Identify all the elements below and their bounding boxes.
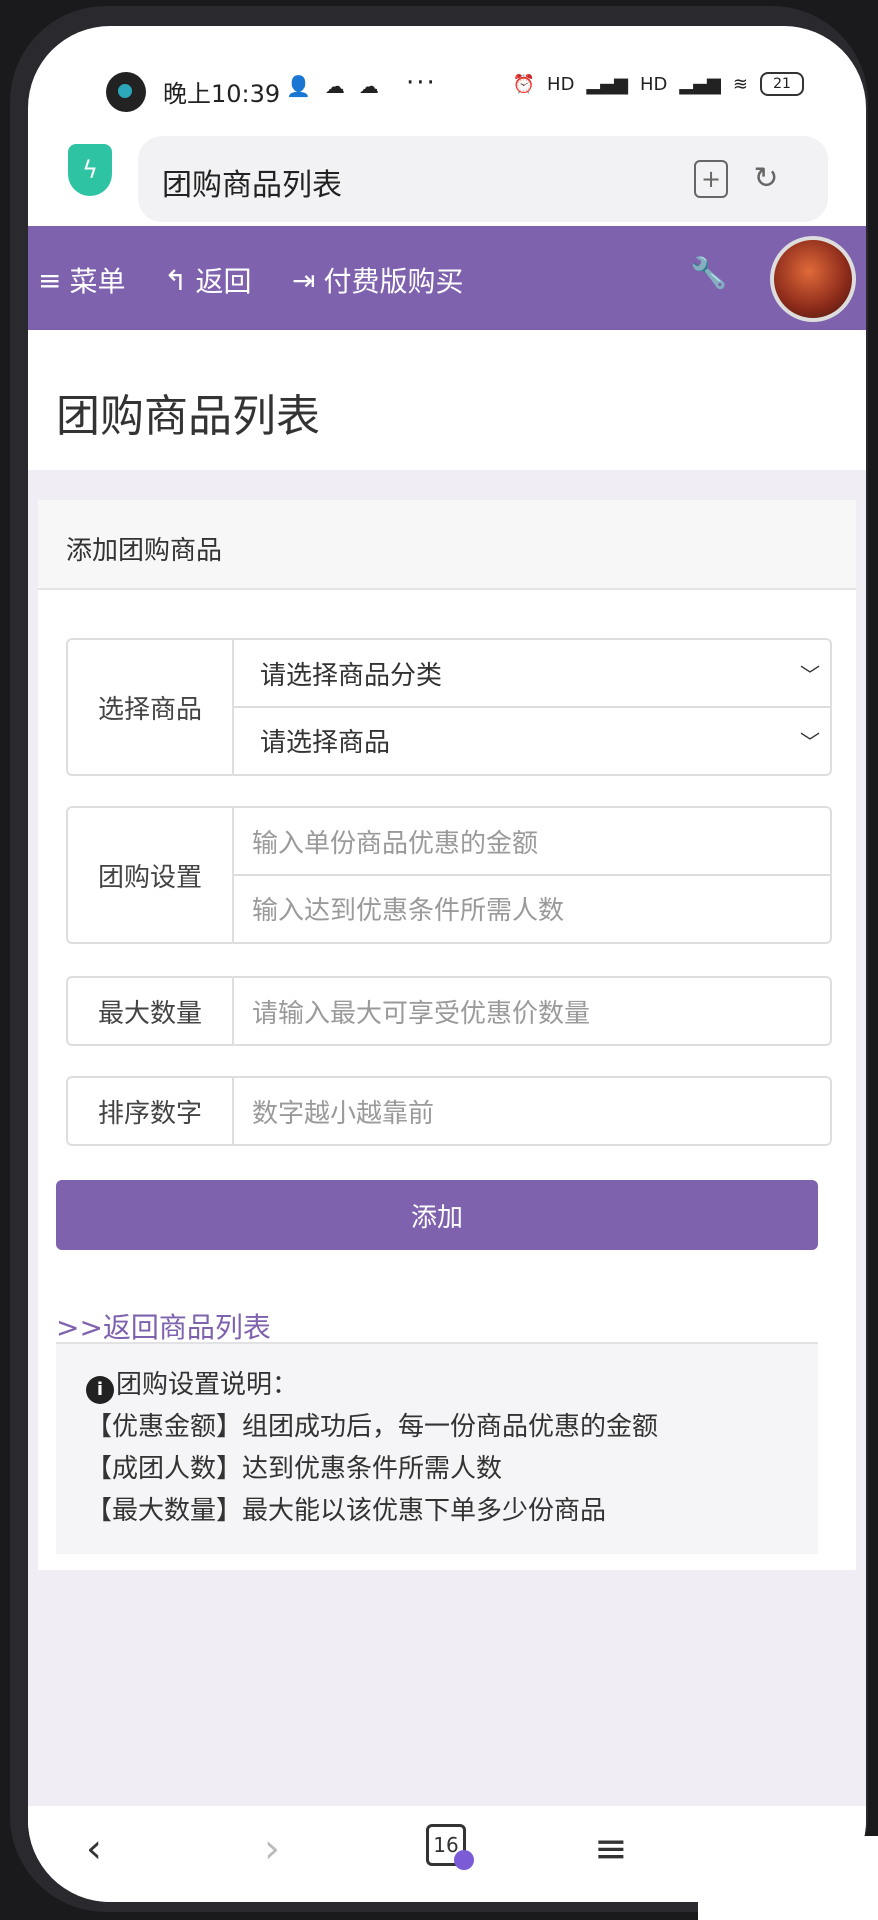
menu-button[interactable]: ≡ 菜单 <box>38 260 125 300</box>
card-title: 添加团购商品 <box>66 536 223 566</box>
help-line: 【优惠金额】组团成功后，每一份商品优惠的金额 <box>86 1412 659 1442</box>
group-size-input[interactable]: 输入达到优惠条件所需人数 <box>234 874 830 940</box>
hamburger-icon: ≡ <box>38 263 62 297</box>
select-product-row: 选择商品 请选择商品分类 ﹀ 请选择商品 ﹀ <box>66 638 832 776</box>
group-settings-label: 团购设置 <box>68 808 234 942</box>
menu-label: 菜单 <box>69 265 126 298</box>
help-box: i 团购设置说明： 【优惠金额】组团成功后，每一份商品优惠的金额 【成团人数】达到… <box>56 1342 818 1554</box>
user-notification-icon: 👤 <box>286 74 311 98</box>
help-title: i 团购设置说明： <box>86 1364 298 1404</box>
add-bookmark-icon[interactable]: + <box>694 160 728 198</box>
alarm-icon: ⏰ <box>512 73 536 95</box>
corner-overlay <box>698 1836 878 1920</box>
signal-icon-2: ▂▄▆ <box>679 73 721 95</box>
info-icon: i <box>86 1376 114 1404</box>
page-header: 团购商品列表 <box>28 330 866 470</box>
shield-icon[interactable]: ϟ <box>68 144 112 196</box>
cloud-notification-icon: ☁ <box>324 74 345 98</box>
help-line: 【成团人数】达到优惠条件所需人数 <box>86 1454 503 1484</box>
menu-lines-icon[interactable]: ≡ <box>594 1826 628 1872</box>
group-settings-row: 团购设置 输入单份商品优惠的金额 输入达到优惠条件所需人数 <box>66 806 832 944</box>
signal-label-2: HD <box>639 73 668 95</box>
url-title: 团购商品列表 <box>162 168 342 203</box>
browser-toolbar: ϟ 团购商品列表 + ↻ <box>28 122 866 232</box>
category-select-value: 请选择商品分类 <box>260 660 443 691</box>
address-bar[interactable]: 团购商品列表 + ↻ <box>138 136 828 222</box>
back-to-list-link[interactable]: >>返回商品列表 <box>56 1306 271 1346</box>
app-notification-icon <box>106 72 146 112</box>
discount-amount-input[interactable]: 输入单份商品优惠的金额 <box>234 808 830 874</box>
card-header: 添加团购商品 <box>38 500 856 590</box>
chevron-down-icon: ﹀ <box>800 662 820 687</box>
phone-frame: 晚上10:39 👤 ☁ ☁ ··· ⏰ HD ▂▄▆ HD ▂▄▆ ≋ 21 ϟ… <box>10 6 868 1912</box>
back-label: 返回 <box>195 265 252 298</box>
cloud-notification-icon-2: ☁ <box>358 74 379 98</box>
back-arrow-icon[interactable]: ‹ <box>86 1826 102 1872</box>
signal-icon: ▂▄▆ <box>586 73 628 95</box>
max-quantity-input[interactable]: 请输入最大可享受优惠价数量 <box>234 978 830 1044</box>
battery-icon: 21 <box>760 72 804 96</box>
back-button[interactable]: ↰ 返回 <box>164 260 251 300</box>
sort-number-row: 排序数字 数字越小越靠前 <box>66 1076 832 1146</box>
status-bar: 晚上10:39 👤 ☁ ☁ ··· ⏰ HD ▂▄▆ HD ▂▄▆ ≋ 21 <box>28 26 866 126</box>
wifi-icon: ≋ <box>732 73 748 95</box>
reply-arrow-icon: ↰ <box>164 263 188 297</box>
help-line: 【最大数量】最大能以该优惠下单多少份商品 <box>86 1496 607 1526</box>
sign-out-icon: ⇥ <box>292 263 316 297</box>
notification-icons: 👤 ☁ ☁ <box>286 74 379 98</box>
ghost-badge-icon <box>454 1850 474 1870</box>
system-icons: ⏰ HD ▂▄▆ HD ▂▄▆ ≋ 21 <box>513 72 804 96</box>
sort-number-label: 排序数字 <box>68 1078 234 1144</box>
chevron-down-icon: ﹀ <box>800 729 820 754</box>
page-title: 团购商品列表 <box>56 391 320 442</box>
status-time: 晚上10:39 <box>163 80 281 108</box>
signal-label: HD <box>547 73 575 95</box>
select-product-label: 选择商品 <box>68 640 234 774</box>
buy-paid-button[interactable]: ⇥ 付费版购买 <box>292 260 463 300</box>
product-select-value: 请选择商品 <box>260 727 391 758</box>
site-nav: ≡ 菜单 ↰ 返回 ⇥ 付费版购买 🔧 <box>28 226 866 330</box>
add-button[interactable]: 添加 <box>56 1180 818 1250</box>
forward-arrow-icon[interactable]: › <box>264 1826 280 1872</box>
help-title-text: 团购设置说明： <box>116 1370 299 1400</box>
buy-label: 付费版购买 <box>323 265 464 298</box>
product-select[interactable]: 请选择商品 ﹀ <box>234 706 830 772</box>
max-quantity-label: 最大数量 <box>68 978 234 1044</box>
screen: 晚上10:39 👤 ☁ ☁ ··· ⏰ HD ▂▄▆ HD ▂▄▆ ≋ 21 ϟ… <box>28 26 866 1902</box>
reload-icon[interactable]: ↻ <box>746 158 786 198</box>
avatar[interactable] <box>770 236 856 322</box>
max-quantity-row: 最大数量 请输入最大可享受优惠价数量 <box>66 976 832 1046</box>
sort-number-input[interactable]: 数字越小越靠前 <box>234 1078 830 1144</box>
wrench-icon[interactable]: 🔧 <box>690 256 727 291</box>
category-select[interactable]: 请选择商品分类 ﹀ <box>234 640 830 706</box>
more-notifications-icon: ··· <box>406 68 437 98</box>
